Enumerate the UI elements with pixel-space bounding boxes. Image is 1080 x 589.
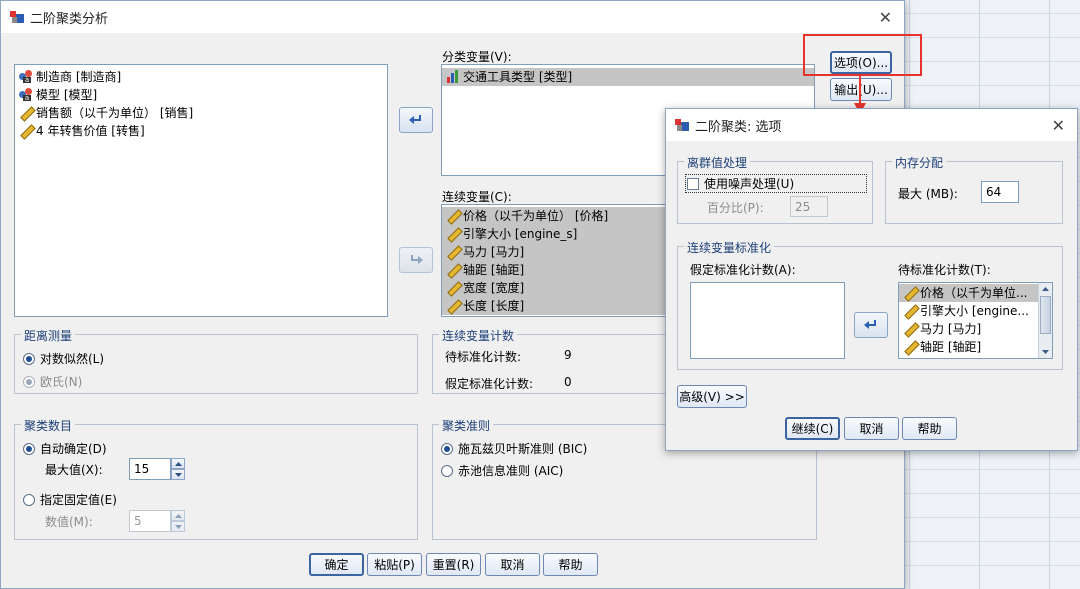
to-std-label: 待标准化计数(T): [898, 263, 991, 277]
spss-app-icon [9, 9, 25, 25]
spin-up-icon[interactable] [171, 458, 185, 469]
scroll-thumb[interactable] [1040, 296, 1051, 334]
help-button[interactable]: 帮助 [902, 417, 957, 440]
standardization-title: 连续变量标准化 [684, 239, 775, 256]
list-item[interactable]: a 模型 [模型] [15, 86, 387, 104]
list-item[interactable]: a 制造商 [制造商] [15, 68, 387, 86]
scale-ruler-icon [19, 124, 33, 138]
to-std-list[interactable]: 价格（以千为单位... 引擎大小 [engine... 马力 [马力] 轴距 [… [898, 282, 1053, 359]
reset-button[interactable]: 重置(R) [426, 553, 481, 576]
spss-app-icon [674, 117, 690, 133]
scale-ruler-icon [446, 245, 460, 259]
move-to-continuous-button[interactable] [399, 247, 433, 273]
number-stepper[interactable] [171, 510, 185, 532]
scale-ruler-icon [19, 106, 33, 120]
ordinal-bar-icon [446, 70, 460, 84]
max-value-spinner[interactable]: 15 [129, 458, 171, 480]
categorical-label: 分类变量(V): [442, 50, 512, 64]
outlier-title: 离群值处理 [684, 154, 751, 171]
paste-button[interactable]: 粘贴(P) [367, 553, 422, 576]
cluster-number-title: 聚类数目 [21, 417, 76, 434]
list-item[interactable]: 引擎大小 [engine... [899, 302, 1038, 320]
list-item[interactable]: 价格（以千为单位... [899, 284, 1038, 302]
nominal-icon: a [19, 88, 33, 102]
number-spinner[interactable]: 5 [129, 510, 171, 532]
list-item[interactable]: 马力 [马力] [899, 320, 1038, 338]
dialog-title: 二阶聚类分析 [30, 11, 109, 27]
bic-radio[interactable]: 施瓦兹贝叶斯准则 (BIC) [441, 440, 587, 457]
memory-max-label: 最大 (MB): [898, 187, 958, 201]
advanced-button[interactable]: 高级(V) >> [677, 385, 747, 408]
aic-radio[interactable]: 赤池信息准则 (AIC) [441, 462, 563, 479]
scale-ruler-icon [903, 286, 917, 300]
continuous-count-title: 连续变量计数 [439, 327, 518, 344]
checkbox-icon [687, 177, 699, 190]
memory-max-input[interactable]: 64 [981, 181, 1019, 203]
number-label: 数值(M): [45, 515, 93, 529]
close-icon[interactable]: ✕ [879, 8, 892, 27]
cancel-button[interactable]: 取消 [485, 553, 540, 576]
move-to-categorical-button[interactable] [399, 107, 433, 133]
close-icon[interactable]: ✕ [1052, 116, 1065, 135]
list-item[interactable]: 销售额（以千为单位） [销售] [15, 104, 387, 122]
assumed-std-label: 假定标准化计数(A): [690, 263, 796, 277]
assumed-count-label: 假定标准化计数: [445, 377, 534, 391]
options-dialog-title: 二阶聚类: 选项 [695, 119, 782, 135]
radio-selected-icon [23, 442, 35, 455]
euclidean-radio[interactable]: 欧氏(N) [23, 373, 82, 390]
assumed-count-value: 0 [564, 375, 572, 389]
scroll-down-icon[interactable] [1039, 346, 1052, 358]
list-item[interactable]: 轴距 [轴距] [899, 338, 1038, 356]
arrow-left-icon [864, 320, 876, 329]
radio-disabled-icon [23, 375, 35, 388]
distance-measure-title: 距离测量 [21, 327, 76, 344]
list-item[interactable]: 交通工具类型 [类型] [442, 68, 814, 86]
scale-ruler-icon [903, 322, 917, 336]
title-bar: 二阶聚类分析 ✕ [1, 1, 904, 33]
spin-down-icon[interactable] [171, 469, 185, 480]
scroll-up-icon[interactable] [1039, 283, 1052, 295]
scale-ruler-icon [446, 209, 460, 223]
log-likelihood-radio[interactable]: 对数似然(L) [23, 350, 104, 367]
to-standardize-count-label: 待标准化计数: [445, 350, 522, 364]
nominal-icon: a [19, 70, 33, 84]
continue-button[interactable]: 继续(C) [785, 417, 840, 440]
clustering-criterion-title: 聚类准则 [439, 417, 494, 434]
percent-label: 百分比(P): [707, 201, 764, 215]
percent-input[interactable]: 25 [790, 196, 828, 217]
cancel-button[interactable]: 取消 [844, 417, 899, 440]
radio-selected-icon [441, 442, 453, 455]
scale-ruler-icon [446, 281, 460, 295]
fixed-value-radio[interactable]: 指定固定值(E) [23, 491, 117, 508]
to-standardize-count-value: 9 [564, 348, 572, 362]
ok-button[interactable]: 确定 [309, 553, 364, 576]
options-title-bar: 二阶聚类: 选项 ✕ [666, 109, 1077, 141]
scale-ruler-icon [446, 299, 460, 313]
spin-up-icon[interactable] [171, 510, 185, 521]
help-button[interactable]: 帮助 [543, 553, 598, 576]
spin-down-icon[interactable] [171, 521, 185, 532]
move-to-assumed-button[interactable] [854, 312, 888, 338]
list-item[interactable]: 4 年转售价值 [转售] [15, 122, 387, 140]
max-value-stepper[interactable] [171, 458, 185, 480]
scale-ruler-icon [446, 227, 460, 241]
radio-selected-icon [23, 352, 35, 365]
source-variable-list[interactable]: a 制造商 [制造商] a 模型 [模型] 销售额（以千为单位） [销售] 4 … [14, 64, 388, 317]
arrow-left-icon [409, 115, 421, 124]
radio-unselected-icon [441, 464, 453, 477]
continuous-label: 连续变量(C): [442, 190, 512, 204]
auto-determine-radio[interactable]: 自动确定(D) [23, 440, 107, 457]
scale-ruler-icon [446, 263, 460, 277]
assumed-std-list[interactable] [690, 282, 845, 359]
scale-ruler-icon [903, 340, 917, 354]
options-dialog: 二阶聚类: 选项 ✕ 离群值处理 使用噪声处理(U) 百分比(P): 25 内存… [665, 108, 1078, 451]
noise-handling-checkbox[interactable]: 使用噪声处理(U) [685, 174, 867, 193]
scale-ruler-icon [903, 304, 917, 318]
highlight-box [803, 34, 922, 76]
radio-unselected-icon [23, 493, 35, 506]
arrow-right-icon [411, 255, 423, 264]
memory-title: 内存分配 [892, 154, 947, 171]
max-value-label: 最大值(X): [45, 463, 103, 477]
to-std-scrollbar[interactable] [1038, 283, 1052, 358]
